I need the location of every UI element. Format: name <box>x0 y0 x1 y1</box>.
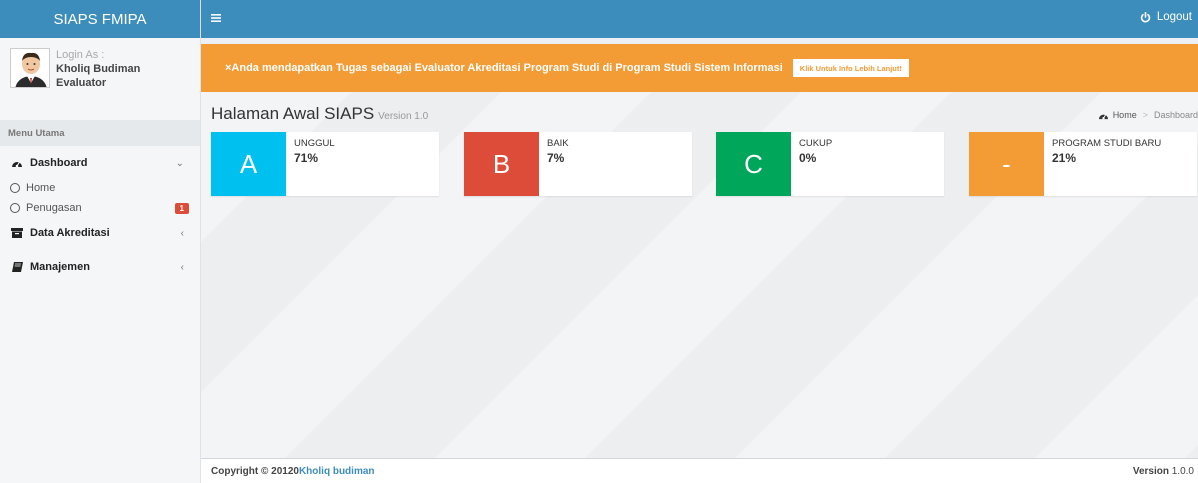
menu-header: Menu Utama <box>0 120 200 146</box>
info-box-label: BAIK <box>547 138 569 149</box>
chevron-left-icon: ‹ <box>180 261 184 273</box>
notification-badge: 1 <box>174 202 189 214</box>
logout-button[interactable]: Logout <box>1140 11 1192 23</box>
assignment-alert: ×Anda mendapatkan Tugas sebagai Evaluato… <box>201 44 1198 92</box>
info-box-value: 71% <box>294 151 319 165</box>
info-box-label: PROGRAM STUDI BARU <box>1052 138 1162 149</box>
more-info-button[interactable]: Klik Untuk Info Lebih Lanjut! <box>792 59 909 77</box>
brand-title: SIAPS FMIPA <box>53 10 147 28</box>
content-header: Halaman Awal SIAPS Version 1.0 <box>211 104 428 124</box>
chevron-left-icon: ‹ <box>180 227 184 239</box>
user-name: Kholiq Budiman <box>56 63 141 75</box>
sidebar-item-manajemen[interactable]: Manajemen ‹ <box>0 254 200 280</box>
chevron-down-icon: ⌄ <box>175 157 184 169</box>
grade-c-icon: C <box>716 132 791 196</box>
breadcrumb-separator: > <box>1142 110 1148 120</box>
info-box-unggul: A UNGGUL 71% <box>211 132 439 196</box>
avatar <box>10 48 50 88</box>
info-box-value: 0% <box>799 151 817 165</box>
sidebar-item-label: Manajemen <box>30 261 90 273</box>
info-box-label: UNGGUL <box>294 138 335 149</box>
footer-version: Version 1.0.0 <box>1133 466 1194 477</box>
main-content: Halaman Awal SIAPS Version 1.0 Home > Das… <box>201 92 1198 458</box>
info-box-value: 21% <box>1052 151 1077 165</box>
breadcrumb: Home > Dashboard <box>1098 110 1198 120</box>
grade-b-icon: B <box>464 132 539 196</box>
sidebar-item-label: Dashboard <box>30 157 88 169</box>
hamburger-icon <box>211 14 221 22</box>
info-box-cukup: C CUKUP 0% <box>716 132 944 196</box>
sidebar-subitem-home[interactable]: Home <box>0 178 200 198</box>
sidebar-item-data-akreditasi[interactable]: Data Akreditasi ‹ <box>0 220 200 246</box>
book-icon <box>10 262 24 272</box>
info-box-baik: B BAIK 7% <box>464 132 692 196</box>
login-as-label: Login As : <box>56 49 105 61</box>
breadcrumb-current: Dashboard <box>1153 110 1198 120</box>
dashboard-icon <box>1098 113 1108 119</box>
dashboard-icon <box>10 158 24 168</box>
version-label: Version <box>1132 465 1169 477</box>
info-boxes: A UNGGUL 71% B BAIK 7% C CUKUP 0% - PROG… <box>211 132 1198 196</box>
page-title: Halaman Awal SIAPS <box>211 104 375 123</box>
avatar-image <box>11 49 49 87</box>
sidebar-subitem-label: Home <box>26 182 56 194</box>
info-box-label: CUKUP <box>799 138 833 149</box>
grade-a-icon: A <box>211 132 286 196</box>
sidebar-item-label: Data Akreditasi <box>30 227 110 239</box>
info-box-value: 7% <box>547 151 565 165</box>
user-role: Evaluator <box>56 77 107 89</box>
footer: Copyright © 20120 Kholiq budiman Version … <box>201 458 1198 483</box>
breadcrumb-home-link[interactable]: Home <box>1113 110 1137 120</box>
copyright-text: Copyright © 20120 <box>211 465 299 477</box>
sidebar-toggle-button[interactable] <box>211 12 223 26</box>
brand-logo[interactable]: SIAPS FMIPA <box>0 0 200 38</box>
user-info: Login As : Kholiq Budiman Evaluator <box>56 48 140 90</box>
info-box-program-studi-baru: - PROGRAM STUDI BARU 21% <box>969 132 1197 196</box>
sidebar-subitem-label: Penugasan <box>26 202 82 214</box>
sidebar-subitem-penugasan[interactable]: Penugasan 1 <box>0 198 200 218</box>
alert-message: ×Anda mendapatkan Tugas sebagai Evaluato… <box>225 62 783 74</box>
page-version: Version 1.0 <box>378 111 429 122</box>
logout-label: Logout <box>1156 11 1192 23</box>
version-number: 1.0.0 <box>1171 465 1194 477</box>
grade-new-icon: - <box>969 132 1044 196</box>
sidebar: SIAPS FMIPA Login As : Kholiq Budiman Ev… <box>0 0 201 483</box>
circle-icon <box>10 203 20 213</box>
sidebar-item-dashboard[interactable]: Dashboard ⌄ <box>0 150 200 176</box>
author-link[interactable]: Kholiq budiman <box>299 466 375 477</box>
user-panel: Login As : Kholiq Budiman Evaluator <box>0 38 200 106</box>
top-navbar: Logout <box>201 0 1198 38</box>
archive-icon <box>10 228 24 238</box>
power-icon <box>1140 11 1151 22</box>
circle-icon <box>10 183 20 193</box>
